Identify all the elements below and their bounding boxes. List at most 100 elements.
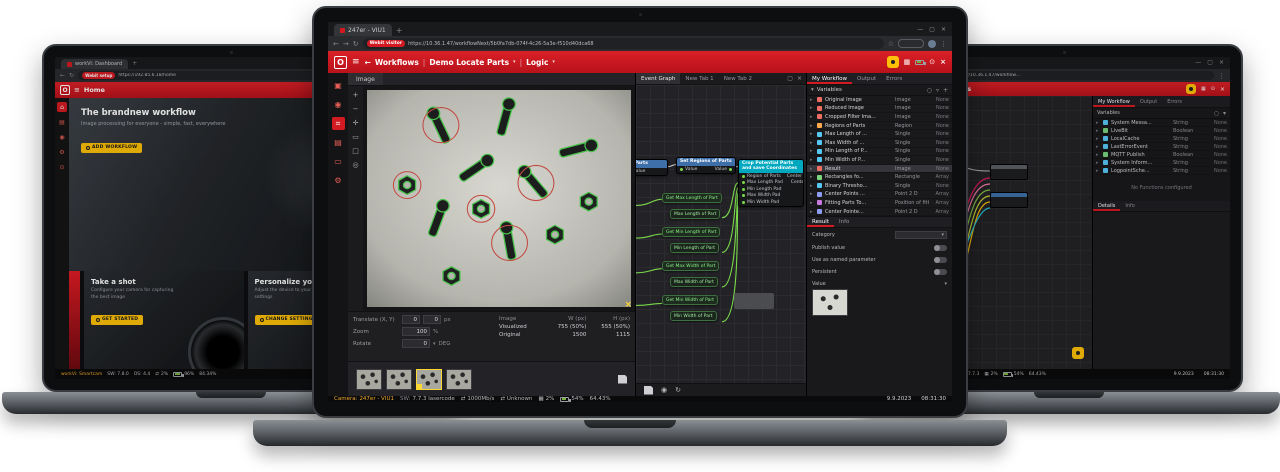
expander-icon[interactable]: ▸ bbox=[810, 191, 817, 197]
tab-new-tab-1[interactable]: New Tab 1 bbox=[680, 73, 718, 84]
workflow-tool-icon[interactable]: ⌗ bbox=[332, 117, 345, 130]
url-box[interactable]: Webit visitor https://10.36.1.47/workflo… bbox=[363, 38, 884, 49]
tab-info[interactable]: Info bbox=[1120, 201, 1139, 211]
thumbnail[interactable] bbox=[356, 369, 382, 390]
menu-dots-icon[interactable]: ⋮ bbox=[940, 40, 947, 48]
new-tab-button[interactable]: + bbox=[132, 59, 137, 69]
variable-row[interactable]: ▸Reduced ImageImageNone bbox=[807, 105, 952, 114]
get-started-button[interactable]: GET STARTED bbox=[91, 315, 143, 325]
add-variable-icon[interactable]: + bbox=[943, 87, 948, 94]
thumbnail[interactable] bbox=[386, 369, 412, 390]
target-icon[interactable]: ◎ bbox=[352, 161, 358, 169]
back-icon[interactable]: ← bbox=[333, 40, 339, 48]
search-icon[interactable]: ○ bbox=[927, 87, 932, 94]
power-icon[interactable]: ⊙ bbox=[929, 58, 935, 66]
card-take-a-shot[interactable]: Take a shot Configure your camera for ca… bbox=[84, 271, 244, 369]
refresh-icon[interactable]: ↻ bbox=[675, 386, 681, 394]
forward-icon[interactable]: → bbox=[343, 40, 349, 48]
extension-chip[interactable] bbox=[898, 39, 924, 48]
tab-info[interactable]: Info bbox=[834, 217, 854, 227]
thumbnail[interactable] bbox=[446, 369, 472, 390]
translate-y-input[interactable]: 0 bbox=[423, 315, 441, 324]
getter-node[interactable]: Get Max Width of Part bbox=[662, 261, 719, 271]
back-nav-icon[interactable]: ← bbox=[365, 58, 371, 67]
add-workflow-button[interactable]: ADD WORKFLOW bbox=[81, 143, 142, 153]
maximize-icon[interactable]: ▢ bbox=[929, 26, 935, 33]
tab-result[interactable]: Result bbox=[807, 217, 834, 227]
category-select[interactable]: ▾ bbox=[895, 231, 947, 239]
save-graph-icon[interactable] bbox=[644, 386, 653, 395]
expand-icon[interactable]: ▢ bbox=[787, 75, 793, 82]
tab-my-workflow[interactable]: My Workflow bbox=[807, 73, 852, 84]
delete-icon[interactable]: □ bbox=[352, 147, 359, 155]
power-icon[interactable]: ⊙ bbox=[1211, 86, 1215, 92]
nav-logic-select[interactable]: Logic bbox=[526, 58, 548, 67]
minimize-icon[interactable]: — bbox=[1195, 59, 1201, 66]
pan-icon[interactable]: ✛ bbox=[353, 119, 359, 127]
tab-output[interactable]: Output bbox=[1135, 96, 1162, 107]
expander-icon[interactable]: ▸ bbox=[810, 105, 817, 111]
expander-icon[interactable]: ▸ bbox=[810, 174, 817, 180]
profile-avatar[interactable] bbox=[928, 40, 936, 48]
named-parameter-toggle[interactable] bbox=[934, 257, 947, 263]
translate-x-input[interactable]: 0 bbox=[402, 315, 420, 324]
variable-row[interactable]: ▸Rectangles fo...RectangleArray bbox=[807, 173, 952, 182]
reload-icon[interactable]: ↻ bbox=[69, 72, 74, 79]
expander-icon[interactable]: ▸ bbox=[810, 123, 817, 129]
persistent-toggle[interactable] bbox=[934, 269, 947, 275]
variable-row[interactable]: ▸System Messa...StringNone bbox=[1093, 119, 1230, 127]
variable-row[interactable]: ▸Center Pointe...Point 2 DArray bbox=[807, 208, 952, 217]
reload-icon[interactable]: ↻ bbox=[353, 40, 359, 48]
settings-icon[interactable]: ⚙ bbox=[57, 147, 67, 157]
locate-icon[interactable]: ◉ bbox=[661, 386, 667, 394]
save-image-icon[interactable] bbox=[618, 375, 627, 384]
variable-row[interactable]: ▸Max Length of ...SingleNone bbox=[807, 130, 952, 139]
variable-row[interactable]: ▸LogpointSche...StringNone bbox=[1093, 167, 1230, 175]
nav-workflows[interactable]: Workflows bbox=[375, 58, 419, 67]
snapshot-button[interactable] bbox=[1186, 84, 1196, 94]
close-app-icon[interactable]: × bbox=[940, 58, 946, 66]
getter-node[interactable]: Get Max Length of Part bbox=[662, 193, 722, 203]
expander-icon[interactable]: ▸ bbox=[810, 148, 817, 154]
expander-icon[interactable]: ▸ bbox=[810, 166, 817, 172]
collapse-icon[interactable]: ▾ bbox=[811, 87, 814, 93]
close-icon[interactable]: × bbox=[1219, 59, 1224, 66]
close-app-icon[interactable]: × bbox=[1220, 86, 1225, 93]
zoom-out-icon[interactable]: − bbox=[353, 105, 359, 113]
camera-icon[interactable]: ◉ bbox=[57, 132, 67, 142]
home-icon[interactable]: ⌂ bbox=[57, 102, 67, 112]
publish-toggle[interactable] bbox=[934, 245, 947, 251]
close-tab-icon[interactable]: × bbox=[797, 75, 802, 82]
hamburger-icon[interactable]: ≡ bbox=[352, 57, 360, 67]
variable-row[interactable]: ▸System Inform...StringNone bbox=[1093, 159, 1230, 167]
variable-row[interactable]: ▸LocalCacheStringNone bbox=[1093, 135, 1230, 143]
variable-row[interactable]: ▸Min Length of P...SingleNone bbox=[807, 148, 952, 157]
zoom-in-icon[interactable]: + bbox=[353, 91, 359, 99]
variable-row[interactable]: ▸Regions of PartsRegionNone bbox=[807, 122, 952, 131]
image-stage[interactable]: + − ✛ ▭ □ ◎ bbox=[348, 86, 635, 311]
filter-icon[interactable]: ▿ bbox=[936, 87, 939, 94]
value-node[interactable]: Max Length of Part bbox=[670, 209, 720, 219]
chevron-down-icon[interactable]: ▾ bbox=[944, 281, 947, 287]
value-node[interactable]: Max Width of Part bbox=[670, 277, 718, 287]
minimize-icon[interactable]: — bbox=[917, 26, 923, 33]
tab-my-workflow[interactable]: My Workflow bbox=[1093, 96, 1135, 107]
node-partial[interactable]: of Parts Value bbox=[636, 159, 668, 176]
tab-output[interactable]: Output bbox=[852, 73, 881, 84]
getter-node[interactable]: Get Min Width of Part bbox=[662, 295, 718, 305]
node-crop-parts[interactable]: Crop Potential Parts and save Coordinate… bbox=[738, 159, 804, 207]
add-node-fab[interactable] bbox=[1072, 347, 1084, 359]
select-region-icon[interactable]: ▭ bbox=[352, 133, 359, 141]
settings-tool-icon[interactable]: ⚙ bbox=[332, 174, 345, 187]
collapse-icon[interactable]: ▾ bbox=[1223, 110, 1226, 117]
remove-marker-icon[interactable]: × bbox=[624, 300, 632, 310]
value-node[interactable]: Min Length of Part bbox=[670, 243, 719, 253]
expander-icon[interactable]: ▸ bbox=[810, 209, 817, 215]
close-icon[interactable]: × bbox=[941, 26, 946, 33]
expander-icon[interactable]: ▸ bbox=[810, 131, 817, 137]
snapshot-button[interactable] bbox=[887, 56, 899, 68]
variable-row[interactable]: ▸Original ImageImageNone bbox=[807, 96, 952, 105]
expander-icon[interactable]: ▸ bbox=[810, 97, 817, 103]
search-icon[interactable]: ○ bbox=[1214, 110, 1219, 117]
tab-errors[interactable]: Errors bbox=[881, 73, 907, 84]
